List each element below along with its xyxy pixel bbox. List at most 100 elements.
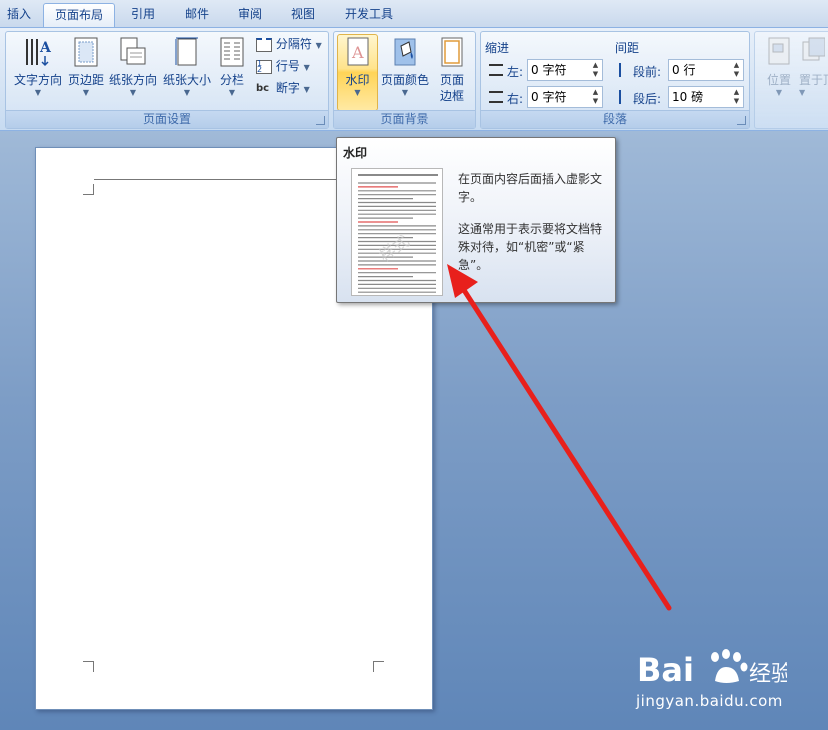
size-button[interactable]: 纸张大小 ▼ (160, 36, 214, 98)
text-direction-button[interactable]: A 文字方向 ▼ (10, 36, 66, 98)
chevron-down-icon: ▼ (303, 85, 310, 94)
page-borders-label-1: 页面 (439, 73, 464, 87)
dialog-launcher-icon[interactable] (737, 116, 746, 125)
indent-heading: 缩进 (485, 41, 510, 55)
group-paragraph: 缩进 间距 左: 0 字符 ▲ ▼ 右: 0 字符 ▲ ▼ 段前: 0 行 ▲ ▼ 段… (480, 31, 750, 129)
columns-label: 分栏 (219, 73, 244, 87)
watermark-icon: A (347, 37, 368, 66)
dialog-launcher-icon[interactable] (316, 116, 325, 125)
text-direction-icon: A (26, 39, 52, 67)
page-setup-group-label: 页面设置 (6, 110, 328, 128)
page-borders-icon (441, 37, 463, 67)
bring-to-front-button[interactable]: 置于顶 ▼ (799, 36, 828, 98)
ribbon: A 文字方向 ▼ 页边距 ▼ 纸张方向 ▼ 纸张大小 ▼ 分栏 ▼ 分隔符 ▼ … (0, 27, 828, 131)
margins-icon (74, 37, 98, 67)
group-page-setup: A 文字方向 ▼ 页边距 ▼ 纸张方向 ▼ 纸张大小 ▼ 分栏 ▼ 分隔符 ▼ … (5, 31, 329, 129)
breaks-button[interactable]: 分隔符 ▼ (256, 34, 322, 54)
chevron-down-icon: ▼ (401, 88, 409, 97)
spacing-before-input[interactable]: 0 行 ▲ ▼ (668, 59, 744, 81)
margins-label: 页边距 (67, 73, 104, 87)
tab-insert[interactable]: 插入 (0, 3, 38, 27)
page-color-icon (394, 38, 416, 66)
orientation-icon (120, 37, 146, 65)
tab-page-layout[interactable]: 页面布局 (43, 3, 115, 28)
indent-right-input[interactable]: 0 字符 ▲ ▼ (527, 86, 603, 108)
paper-size-icon (175, 37, 198, 66)
jingyan-logo-text: 经验 (749, 662, 787, 687)
watermark-preview-image: 样式 (351, 168, 443, 296)
size-label: 纸张大小 (162, 73, 211, 87)
position-button[interactable]: 位置 ▼ (759, 36, 799, 98)
breaks-icon (256, 37, 272, 52)
spacing-after-label: 段后: (633, 92, 662, 106)
hyphenation-button[interactable]: bc 断字 ▼ (256, 78, 310, 98)
chevron-down-icon: ▼ (228, 88, 236, 97)
chevron-down-icon: ▼ (303, 63, 310, 72)
orientation-label: 纸张方向 (108, 73, 157, 87)
indent-right-icon (489, 91, 503, 103)
spacing-after-input[interactable]: 10 磅 ▲ ▼ (668, 86, 744, 108)
indent-left-label: 左: (507, 65, 524, 79)
watermark-label: 水印 (345, 73, 370, 87)
indent-right-value: 0 字符 (531, 90, 567, 104)
margin-corner-bottom-right (373, 661, 384, 672)
page-borders-label-2: 边框 (439, 89, 464, 103)
page-color-button[interactable]: 页面颜色 ▼ (378, 36, 432, 98)
margins-button[interactable]: 页边距 ▼ (64, 36, 108, 98)
text-direction-label: 文字方向 (13, 73, 62, 87)
indent-left-input[interactable]: 0 字符 ▲ ▼ (527, 59, 603, 81)
tab-review[interactable]: 审阅 (227, 3, 273, 27)
chevron-down-icon: ▼ (354, 88, 361, 97)
tab-view[interactable]: 视图 (280, 3, 326, 27)
tab-developer[interactable]: 开发工具 (334, 3, 404, 27)
watermark-button[interactable]: A 水印 ▼ (337, 36, 378, 98)
baidu-logo-text: Bai (637, 651, 694, 689)
spacing-after-value: 10 磅 (672, 90, 704, 104)
document-preview-icon: 样式 (358, 174, 438, 293)
svg-text:样式: 样式 (376, 232, 413, 266)
indent-left-value: 0 字符 (531, 63, 567, 77)
baidu-paw-logo-icon: Bai 经验 (637, 649, 793, 689)
line-numbers-label: 行号 (275, 59, 300, 73)
chevron-down-icon: ▼ (799, 88, 806, 97)
position-icon (768, 37, 790, 65)
chevron-down-icon: ▼ (34, 88, 42, 97)
position-label: 位置 (766, 73, 791, 87)
indent-left-icon (489, 64, 503, 76)
spinner-arrows-icon[interactable]: ▲ ▼ (591, 61, 600, 79)
paragraph-group-label: 段落 (481, 110, 749, 128)
spacing-before-value: 0 行 (672, 63, 696, 77)
spinner-arrows-icon[interactable]: ▲ ▼ (732, 61, 741, 79)
baidu-jingyan-logo: Bai 经验 (637, 645, 793, 694)
bring-to-front-icon (802, 37, 825, 61)
ribbon-tab-bar: 插入 页面布局 引用 邮件 审阅 视图 开发工具 (0, 0, 828, 28)
breaks-label: 分隔符 (275, 37, 312, 51)
svg-text:A: A (351, 43, 364, 62)
margin-corner-top-left (83, 184, 94, 195)
tooltip-description-2: 这通常用于表示要将文档特殊对待，如“机密”或“紧急”。 (458, 222, 603, 272)
columns-icon (220, 37, 244, 67)
spacing-before-icon (619, 63, 631, 77)
line-numbers-button[interactable]: 12 行号 ▼ (256, 56, 310, 76)
spinner-arrows-icon[interactable]: ▲ ▼ (732, 88, 741, 106)
spacing-heading: 间距 (615, 41, 640, 55)
watermark-tooltip: 水印 样式 在页面内容后面插入虚影文字。 这通常用于表示要将文档特殊对待，如“机… (336, 137, 616, 303)
tab-mailings[interactable]: 邮件 (174, 3, 220, 27)
hyphenation-label: 断字 (275, 81, 300, 95)
text-cursor (94, 188, 95, 202)
spacing-after-icon (619, 90, 631, 104)
spinner-arrows-icon[interactable]: ▲ ▼ (591, 88, 600, 106)
tooltip-title: 水印 (343, 146, 368, 160)
margin-corner-bottom-left (83, 661, 94, 672)
chevron-down-icon: ▼ (775, 88, 783, 97)
indent-right-label: 右: (507, 92, 524, 106)
watermark-url: jingyan.baidu.com (636, 692, 783, 710)
orientation-button[interactable]: 纸张方向 ▼ (106, 36, 160, 98)
columns-button[interactable]: 分栏 ▼ (214, 36, 250, 98)
chevron-down-icon: ▼ (183, 88, 191, 97)
page-borders-button[interactable]: 页面 边框 (432, 36, 472, 104)
tab-references[interactable]: 引用 (120, 3, 166, 27)
chevron-down-icon: ▼ (82, 88, 90, 97)
group-page-background: A 水印 ▼ 页面颜色 ▼ 页面 边框 页面背景 (333, 31, 476, 129)
line-numbers-icon: 12 (256, 59, 272, 74)
